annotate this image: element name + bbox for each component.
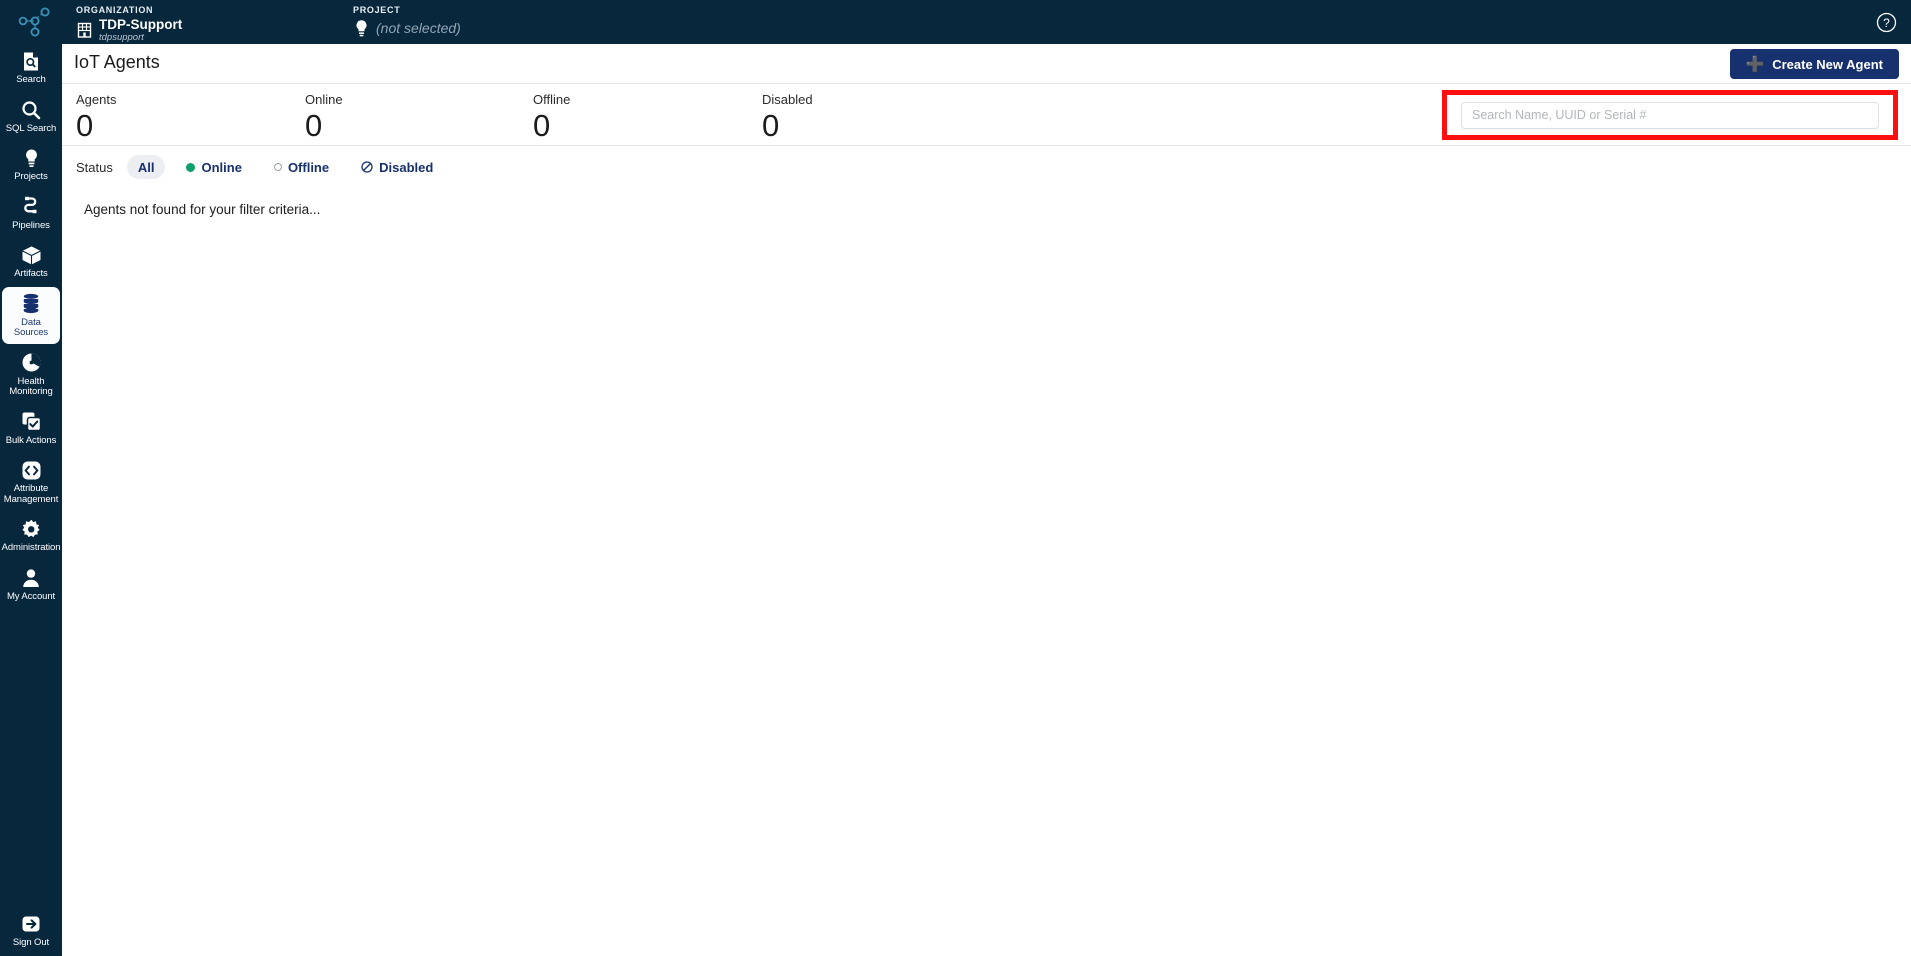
stat-agents: Agents 0 [76, 92, 116, 143]
stat-label: Offline [533, 92, 571, 107]
sign-out-label: Sign Out [12, 936, 50, 948]
sidebar-item-label: Health Monitoring [9, 375, 53, 397]
sidebar-item-sign-out[interactable]: Sign Out [2, 913, 60, 949]
page-header: IoT Agents ➕ Create New Agent [62, 44, 1911, 84]
stats-strip: Agents 0 Online 0 Offline 0 Disabled 0 [62, 84, 1911, 146]
app-root: ORGANIZATION TDP-Support tdpsupport PROJ… [0, 0, 1911, 956]
organization-slug: tdpsupport [99, 32, 144, 43]
sidebar-item-label: Bulk Actions [5, 434, 57, 446]
stat-disabled: Disabled 0 [762, 92, 813, 143]
main-content: IoT Agents ➕ Create New Agent Agents 0 O… [62, 44, 1911, 956]
cube-icon [21, 244, 42, 266]
status-dot-online-icon [186, 162, 196, 172]
project-kicker: PROJECT [353, 5, 401, 15]
sidebar-item-label: Projects [14, 171, 48, 182]
empty-state-message: Agents not found for your filter criteri… [84, 202, 321, 217]
sidebar-item-label: Pipelines [12, 219, 50, 231]
filter-chip-all[interactable]: All [126, 155, 166, 179]
organization-context[interactable]: ORGANIZATION TDP-Support tdpsupport [76, 5, 182, 44]
stat-label: Agents [76, 92, 117, 107]
magnifier-icon [21, 99, 41, 121]
code-brackets-icon [21, 459, 42, 481]
sidebar-item-bulk-actions[interactable]: Bulk Actions [2, 405, 60, 452]
sidebar-item-pipelines[interactable]: Pipelines [2, 190, 60, 237]
building-icon [76, 20, 93, 42]
sidebar: Search SQL Search Projects Pipelines Art… [0, 0, 62, 956]
search-input[interactable] [1461, 101, 1879, 129]
stat-online: Online 0 [305, 92, 343, 143]
plus-icon: ➕ [1745, 55, 1765, 73]
organization-kicker: ORGANIZATION [76, 5, 154, 15]
sidebar-item-data-sources[interactable]: Data Sources [2, 286, 60, 344]
sidebar-item-label: SQL Search [5, 122, 57, 134]
lightbulb-icon [353, 17, 370, 39]
sidebar-item-label: Artifacts [14, 268, 48, 279]
sidebar-item-administration[interactable]: Administration [1, 512, 61, 559]
network-nodes-logo[interactable] [8, 2, 60, 42]
sidebar-item-label: My Account [6, 590, 56, 602]
stat-value: 0 [533, 108, 551, 143]
document-search-icon [21, 50, 41, 72]
page-title: IoT Agents [74, 52, 160, 72]
filter-chip-disabled[interactable]: Disabled [350, 155, 444, 179]
sidebar-item-sql-search[interactable]: SQL Search [2, 93, 60, 140]
organization-name: TDP-Support [99, 17, 183, 32]
project-context[interactable]: PROJECT (not selected) [353, 5, 461, 39]
create-new-agent-button[interactable]: ➕ Create New Agent [1729, 49, 1899, 79]
status-dot-offline-icon [273, 163, 282, 171]
search-annotation-box [1442, 90, 1898, 140]
status-filter-label: Status [76, 159, 113, 175]
stat-value: 0 [762, 108, 780, 143]
sidebar-item-label: Search [16, 74, 46, 85]
create-new-agent-label: Create New Agent [1772, 56, 1883, 72]
sidebar-nav-list: Search SQL Search Projects Pipelines Art… [0, 44, 62, 607]
blocked-icon [361, 161, 373, 173]
svg-text:?: ? [1883, 16, 1890, 30]
stat-offline: Offline 0 [533, 92, 570, 143]
sidebar-item-label: Data Sources [13, 316, 49, 338]
status-filter-row: Status All Online Offline Disabled [62, 146, 1911, 188]
filter-chip-offline[interactable]: Offline [263, 155, 340, 179]
top-bar: ORGANIZATION TDP-Support tdpsupport PROJ… [0, 0, 1911, 44]
sidebar-item-search[interactable]: Search [2, 44, 60, 91]
sidebar-item-projects[interactable]: Projects [2, 141, 60, 188]
stat-label: Disabled [762, 92, 813, 107]
project-value: (not selected) [376, 20, 461, 36]
sidebar-item-my-account[interactable]: My Account [2, 561, 60, 608]
filter-chip-label: Online [201, 159, 242, 175]
stat-value: 0 [76, 108, 94, 143]
sidebar-item-attribute-management[interactable]: Attribute Management [2, 453, 60, 510]
stat-value: 0 [305, 108, 323, 143]
filter-chip-label: Disabled [379, 159, 434, 175]
sign-out-icon [20, 913, 42, 935]
sidebar-item-label: Administration [1, 542, 61, 553]
sidebar-item-health-monitoring[interactable]: Health Monitoring [2, 346, 60, 403]
help-circle-icon[interactable]: ? [1871, 7, 1901, 37]
sidebar-item-artifacts[interactable]: Artifacts [2, 238, 60, 285]
checkbox-stack-icon [21, 411, 42, 433]
person-icon [21, 567, 41, 589]
gear-icon [21, 518, 42, 540]
health-gauge-icon [21, 352, 42, 374]
filter-chip-label: All [137, 159, 155, 175]
stat-label: Online [305, 92, 343, 107]
pipeline-icon [22, 196, 40, 218]
filter-chip-online[interactable]: Online [175, 155, 252, 179]
filter-chip-label: Offline [287, 159, 330, 175]
lightbulb-icon [23, 147, 40, 169]
database-icon [21, 293, 41, 315]
sidebar-item-label: Attribute Management [3, 483, 59, 505]
